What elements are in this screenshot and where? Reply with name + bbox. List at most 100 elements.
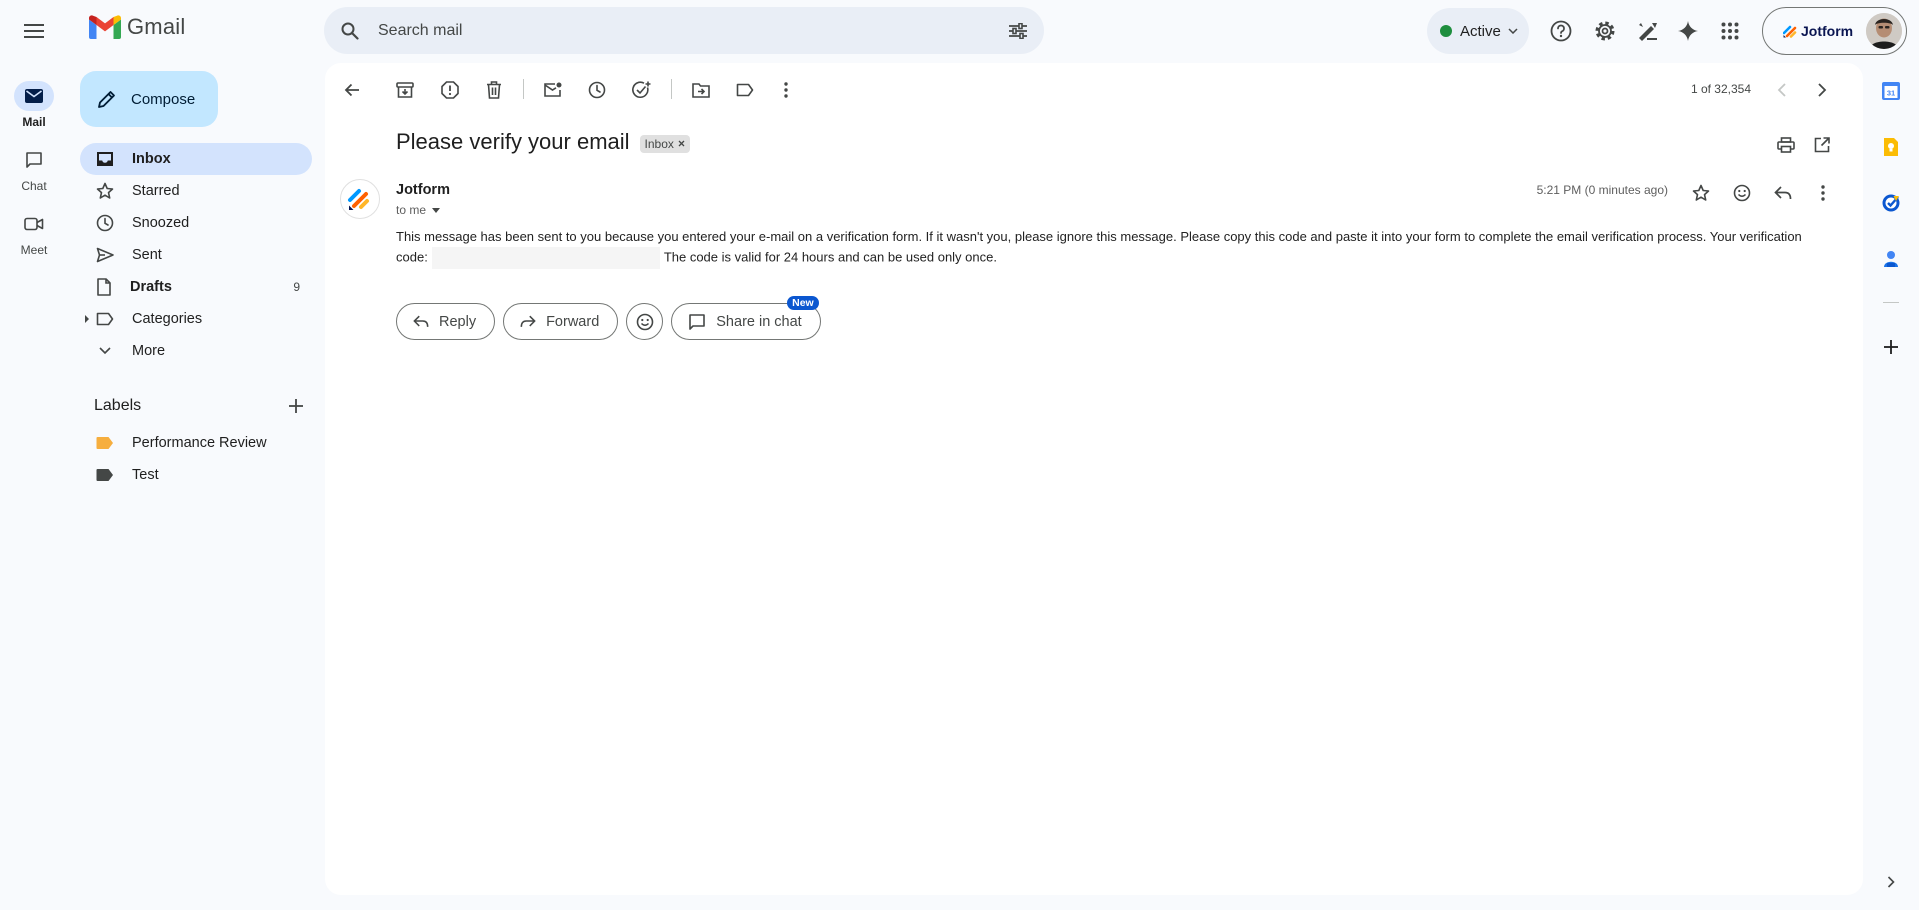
mark-unread-icon <box>544 82 562 97</box>
chat-icon <box>689 313 706 330</box>
recipient-details-toggle[interactable]: to me <box>396 203 441 217</box>
forward-icon <box>520 315 536 327</box>
subject-row: Please verify your email Inbox <box>396 129 690 155</box>
star-icon <box>96 182 114 199</box>
reply-icon-button[interactable] <box>1765 175 1801 211</box>
older-button[interactable] <box>1805 73 1839 107</box>
caret-right-icon[interactable] <box>84 315 90 323</box>
sidebar-item-more[interactable]: More <box>80 335 312 367</box>
open-new-window-button[interactable] <box>1805 128 1839 162</box>
calendar-app-button[interactable]: 31 <box>1875 75 1907 107</box>
more-vert-icon <box>1821 185 1825 201</box>
sidebar-item-snoozed[interactable]: Snoozed <box>80 207 312 239</box>
star-button[interactable] <box>1683 175 1719 211</box>
avatar[interactable] <box>1866 13 1902 49</box>
move-to-button[interactable] <box>684 73 718 107</box>
video-icon <box>14 209 54 239</box>
snooze-button[interactable] <box>580 73 614 107</box>
contacts-app-button[interactable] <box>1875 243 1907 275</box>
jotform-icon <box>348 189 369 210</box>
reply-button[interactable]: Reply <box>396 303 496 340</box>
verification-code-redacted <box>431 247 660 269</box>
draft-icon <box>97 278 111 296</box>
rail-item-mail[interactable]: Mail <box>0 81 68 129</box>
account-chip[interactable]: Jotform <box>1762 7 1907 55</box>
delete-button[interactable] <box>477 73 511 107</box>
add-to-tasks-button[interactable] <box>625 73 659 107</box>
forward-button[interactable]: Forward <box>503 303 619 340</box>
tasks-app-button[interactable] <box>1875 187 1907 219</box>
toolbar-divider <box>671 79 672 99</box>
search-options-button[interactable] <box>998 11 1038 51</box>
drafts-count: 9 <box>293 280 300 294</box>
gemini-button[interactable] <box>1668 11 1708 51</box>
create-label-button[interactable] <box>280 390 312 422</box>
emoji-reaction-button[interactable] <box>626 303 664 340</box>
email-body: This message has been sent to you becaus… <box>396 227 1816 269</box>
extension-button[interactable] <box>1628 11 1668 51</box>
newer-button[interactable] <box>1765 73 1799 107</box>
status-button[interactable]: Active <box>1427 8 1529 54</box>
pen-sparkle-icon <box>1639 23 1657 41</box>
more-options-button[interactable] <box>769 73 803 107</box>
arrow-back-icon <box>344 83 359 97</box>
main-menu-button[interactable] <box>14 11 54 51</box>
label-icon <box>96 437 113 449</box>
back-button[interactable] <box>335 73 369 107</box>
sidebar-item-categories[interactable]: Categories <box>80 303 312 335</box>
sidebar-item-drafts[interactable]: Drafts 9 <box>80 271 312 303</box>
pager-count: 1 of 32,354 <box>1690 82 1751 96</box>
sidebar-item-starred[interactable]: Starred <box>80 175 312 207</box>
move-folder-icon <box>692 83 710 98</box>
sidebar-item-inbox[interactable]: Inbox <box>80 143 312 175</box>
close-icon[interactable] <box>678 140 685 147</box>
print-icon <box>1777 137 1795 153</box>
gmail-logo[interactable]: Gmail <box>89 14 185 40</box>
sidebar-item-label: More <box>132 343 166 359</box>
contacts-icon <box>1884 251 1898 267</box>
inbox-icon <box>97 152 113 166</box>
clock-icon <box>588 81 606 99</box>
star-icon <box>1692 184 1710 201</box>
forward-label: Forward <box>546 313 600 330</box>
show-side-panel-button[interactable] <box>1875 866 1907 898</box>
keep-app-button[interactable] <box>1875 131 1907 163</box>
archive-button[interactable] <box>388 73 422 107</box>
apps-button[interactable] <box>1710 11 1750 51</box>
sidebar-item-label: Snoozed <box>132 215 190 231</box>
recipient-label: to me <box>396 203 427 217</box>
add-task-icon <box>632 81 651 98</box>
side-panel-divider <box>1883 302 1899 303</box>
search-button[interactable] <box>330 11 370 51</box>
pencil-icon <box>98 91 115 108</box>
report-spam-button[interactable] <box>433 73 467 107</box>
sender-name[interactable]: Jotform <box>396 182 450 198</box>
search-input[interactable] <box>378 21 998 40</box>
chevron-right-icon <box>1887 876 1895 888</box>
labels-button[interactable] <box>728 73 762 107</box>
share-in-chat-button[interactable]: Share in chat New <box>671 296 821 340</box>
settings-button[interactable] <box>1585 11 1625 51</box>
get-addons-button[interactable] <box>1875 331 1907 363</box>
sidebar-item-performance-review[interactable]: Performance Review <box>80 427 312 459</box>
gear-icon <box>1595 21 1615 41</box>
sidebar-item-test[interactable]: Test <box>80 459 312 491</box>
chevron-right-icon <box>1818 83 1827 97</box>
rail-item-meet[interactable]: Meet <box>0 209 68 257</box>
compose-button[interactable]: Compose <box>80 71 218 127</box>
sender-avatar[interactable] <box>340 179 380 219</box>
gmail-m-icon <box>89 15 121 39</box>
app-rail: Mail Chat Meet <box>0 0 68 910</box>
email-subject: Please verify your email <box>396 129 630 154</box>
status-dot <box>1440 25 1452 37</box>
search-bar <box>324 7 1044 54</box>
sidebar-item-sent[interactable]: Sent <box>80 239 312 271</box>
message-more-button[interactable] <box>1805 175 1841 211</box>
support-button[interactable] <box>1541 11 1581 51</box>
add-reaction-button[interactable] <box>1724 175 1760 211</box>
print-button[interactable] <box>1769 128 1803 162</box>
inbox-label-chip: Inbox <box>639 134 690 153</box>
share-label: Share in chat <box>716 313 802 330</box>
mark-unread-button[interactable] <box>536 73 570 107</box>
rail-item-chat[interactable]: Chat <box>0 145 68 193</box>
